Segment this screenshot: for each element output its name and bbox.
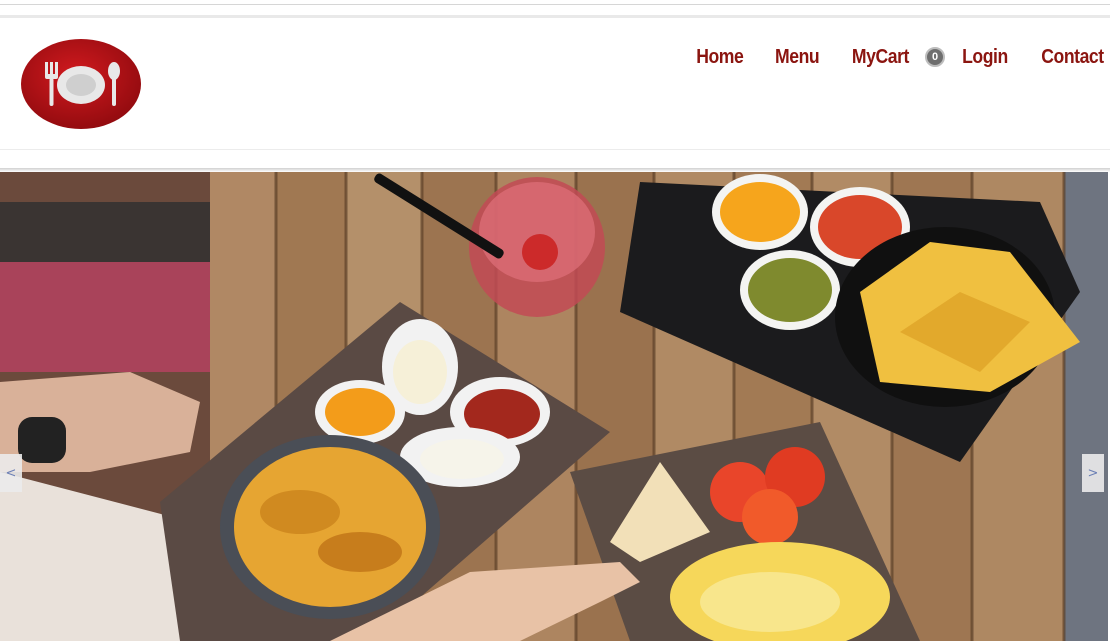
- slider-next-button[interactable]: >: [1082, 454, 1104, 492]
- nav-contact-link[interactable]: Contact: [1041, 46, 1104, 69]
- site-logo[interactable]: [20, 38, 142, 130]
- cart-count-badge[interactable]: 0: [925, 47, 946, 67]
- nav-login-link[interactable]: Login: [962, 46, 1008, 69]
- nav-menu-link[interactable]: Menu: [775, 46, 820, 69]
- hero-slider: [0, 172, 1108, 641]
- top-divider: [0, 4, 1110, 5]
- nav-home-link[interactable]: Home: [696, 46, 744, 69]
- nav-cart-link[interactable]: MyCart: [852, 46, 909, 69]
- main-nav: Home Menu MyCart 0 Login Contact: [693, 42, 1110, 72]
- top-strip: [0, 0, 1110, 18]
- plate-fork-spoon-logo-icon: [21, 39, 141, 129]
- site-header: Home Menu MyCart 0 Login Contact: [0, 18, 1110, 150]
- slider-prev-button[interactable]: <: [0, 454, 22, 492]
- food-table-photo-icon: [0, 172, 1108, 641]
